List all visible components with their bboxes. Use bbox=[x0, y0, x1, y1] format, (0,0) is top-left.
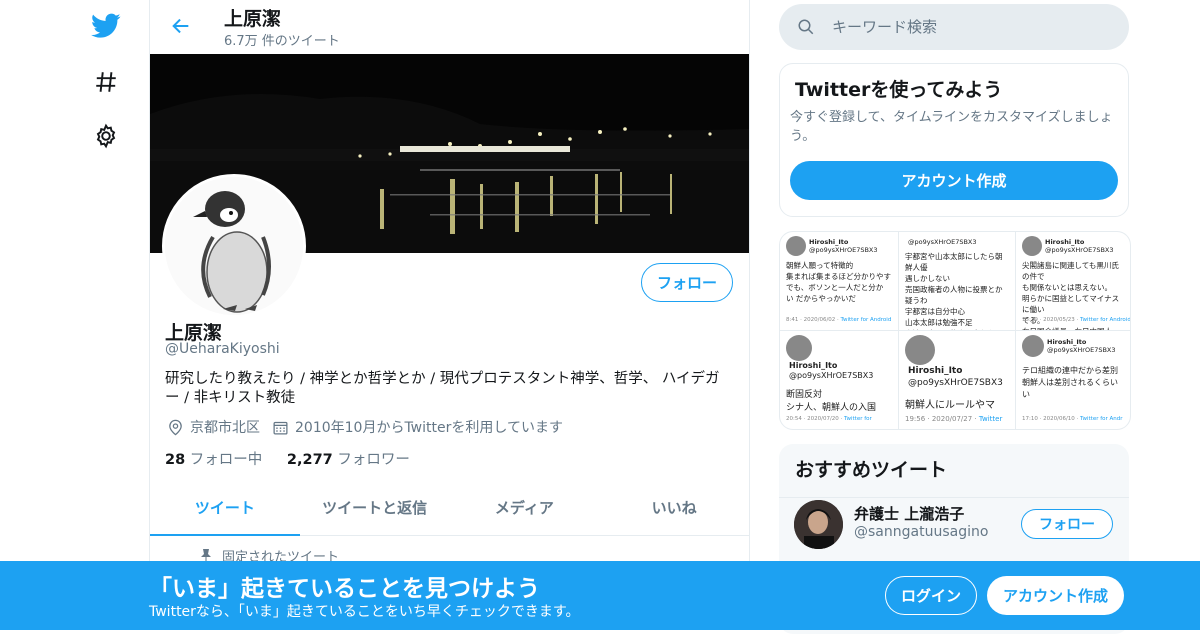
profile-location: 京都市北区 bbox=[190, 420, 260, 436]
tab-media[interactable]: メディア bbox=[450, 482, 600, 535]
recommended-follow-button[interactable]: フォロー bbox=[1021, 509, 1113, 539]
login-button[interactable]: ログイン bbox=[885, 576, 977, 615]
header-tweet-count: 6.7万 件のツイート bbox=[224, 34, 340, 49]
profile-meta: 京都市北区 2010年10月からTwitterを利用しています bbox=[165, 417, 563, 437]
tab-tweets-and-replies[interactable]: ツイートと返信 bbox=[300, 482, 450, 535]
profile-bio: 研究したり教えたり / 神学とか哲学とか / 現代プロテスタント神学、哲学、 ハ… bbox=[165, 371, 720, 406]
hashtag-icon[interactable] bbox=[90, 66, 122, 98]
avatar bbox=[786, 236, 806, 256]
twitter-bird-icon[interactable] bbox=[90, 10, 122, 42]
bottom-bar-title: 「いま」起きていることを見つけよう bbox=[149, 576, 540, 602]
profile-header: 上原潔 6.7万 件のツイート bbox=[150, 0, 749, 53]
recommended-user-name[interactable]: 弁護士 上瀧浩子 bbox=[854, 503, 964, 524]
media-gallery: Hiroshi_Ito @po9ysXHrOE7SBX3 朝鮮人願って特徴的 集ま… bbox=[779, 231, 1131, 430]
search-icon bbox=[796, 17, 816, 37]
avatar bbox=[1022, 236, 1042, 256]
tab-tweets[interactable]: ツイート bbox=[150, 482, 300, 536]
recommended-title: おすすめツイート bbox=[795, 459, 948, 481]
search-box[interactable] bbox=[779, 4, 1129, 50]
avatar bbox=[1022, 335, 1044, 357]
tab-likes[interactable]: いいね bbox=[599, 482, 749, 535]
profile-joined: 2010年10月からTwitterを利用しています bbox=[295, 420, 563, 436]
search-input[interactable] bbox=[830, 17, 1094, 37]
followers-stat[interactable]: 2,277 フォロワー bbox=[287, 452, 410, 468]
calendar-icon bbox=[270, 417, 290, 437]
profile-handle: @UeharaKiyoshi bbox=[165, 341, 280, 357]
media-thumbnail[interactable]: Hiroshi_Ito @po9ysXHrOE7SBX3 テロ組織の連中だから差別… bbox=[1016, 331, 1130, 429]
signup-card-description: 今すぐ登録して、タイムラインをカスタマイズしましょう。 bbox=[790, 110, 1113, 144]
profile-tabs: ツイート ツイートと返信 メディア いいね bbox=[150, 482, 749, 536]
bottom-bar-subtitle: Twitterなら、「いま」起きていることをいち早くチェックできます。 bbox=[149, 604, 580, 620]
profile-stats: 28 フォロー中 2,277 フォロワー bbox=[165, 448, 410, 469]
divider bbox=[779, 497, 1129, 498]
media-thumbnail[interactable]: Hiroshi_Ito @po9ysXHrOE7SBX3 朝鮮人願って特徴的 集ま… bbox=[780, 232, 898, 330]
profile-column: 上原潔 6.7万 件のツイート フォロー 上原潔 @UeharaKiyoshi … bbox=[149, 0, 750, 630]
bottom-signup-bar: 「いま」起きていることを見つけよう Twitterなら、「いま」起きていることを… bbox=[0, 561, 1200, 630]
follow-button[interactable]: フォロー bbox=[641, 263, 733, 302]
following-stat[interactable]: 28 フォロー中 bbox=[165, 452, 262, 468]
create-account-button[interactable]: アカウント作成 bbox=[790, 161, 1118, 200]
back-arrow-icon[interactable] bbox=[168, 13, 194, 39]
media-thumbnail[interactable]: Hiroshi_Ito @po9ysXHrOE7SBX3 尖閣諸島に関連しても黒川… bbox=[1016, 232, 1130, 330]
avatar bbox=[905, 335, 935, 365]
avatar bbox=[786, 335, 812, 361]
media-thumbnail[interactable]: Hiroshi_Ito @po9ysXHrOE7SBX3 断固反対 シナ人、朝鮮人… bbox=[780, 331, 898, 429]
gear-icon[interactable] bbox=[90, 120, 122, 152]
location-icon bbox=[165, 417, 185, 437]
signup-card-title: Twitterを使ってみよう bbox=[795, 79, 1003, 101]
header-name: 上原潔 bbox=[224, 8, 282, 30]
media-thumbnail[interactable]: Hiroshi_Ito @po9ysXHrOE7SBX3 朝鮮人にルールやマ 19… bbox=[899, 331, 1015, 429]
recommended-user-handle: @sanngatuusagino bbox=[854, 524, 989, 540]
signup-button[interactable]: アカウント作成 bbox=[987, 576, 1124, 615]
profile-avatar[interactable] bbox=[162, 174, 306, 318]
avatar[interactable] bbox=[794, 500, 843, 549]
media-thumbnail[interactable]: @po9ysXHrOE7SBX3 宇都宮や山本太郎にしたら朝鮮人優 遇しかしない… bbox=[899, 232, 1015, 330]
signup-card: Twitterを使ってみよう 今すぐ登録して、タイムラインをカスタマイズしましょ… bbox=[779, 63, 1129, 217]
